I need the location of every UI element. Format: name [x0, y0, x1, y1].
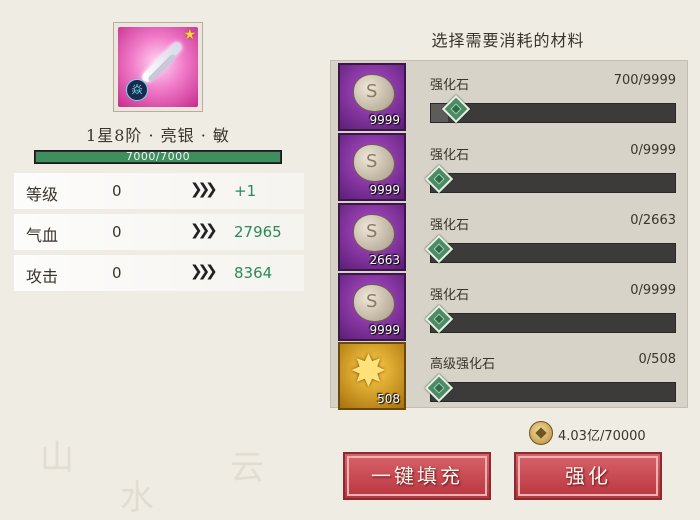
durability-text: 7000/7000	[125, 150, 191, 163]
stat-next: 8364	[234, 264, 273, 282]
stat-label: 气血	[26, 226, 59, 245]
star-icon: ★	[183, 27, 196, 43]
materials-panel: 9999 强化石 700/9999 9999 强化石 0/9999 2663 强…	[330, 60, 688, 410]
stat-row-hp: 气血 0 ❯❯❯ 27965	[14, 214, 304, 250]
autofill-button[interactable]: 一键填充	[343, 452, 491, 500]
currency-text: 4.03亿/70000	[558, 429, 646, 444]
stone-shape	[353, 144, 395, 182]
equipment-icon-frame[interactable]: ★ 焱	[113, 22, 203, 112]
stat-label: 等级	[26, 185, 59, 204]
material-owned-qty: 2663	[369, 253, 400, 267]
stat-next: +1	[234, 182, 257, 200]
material-count: 0/9999	[630, 283, 676, 298]
material-name: 强化石	[430, 78, 470, 93]
background-calligraphy: 山	[40, 438, 74, 478]
material-name: 强化石	[430, 148, 470, 163]
material-count: 700/9999	[613, 73, 676, 88]
material-row: 2663 强化石 0/2663	[338, 203, 684, 271]
material-slider[interactable]	[424, 234, 676, 264]
material-owned-qty: 9999	[369, 323, 400, 337]
stat-row-level: 等级 0 ❯❯❯ +1	[14, 173, 304, 209]
enhance-button[interactable]: 强化	[514, 452, 662, 500]
triple-arrow-icon: ❯❯❯	[190, 180, 218, 198]
material-owned-qty: 9999	[369, 183, 400, 197]
stat-current: 0	[112, 223, 122, 241]
equipment-art: ★ 焱	[118, 27, 198, 107]
durability-bar: 7000/7000	[34, 150, 282, 164]
stat-current: 0	[112, 182, 122, 200]
material-slider[interactable]	[424, 304, 676, 334]
gold-star-shape: ✸	[350, 346, 387, 397]
background-calligraphy: 云	[230, 448, 264, 488]
coin-icon	[529, 421, 553, 445]
material-name: 强化石	[430, 288, 470, 303]
element-badge: 焱	[126, 79, 148, 101]
equipment-title: 1星8阶 · 亮银 · 敏	[86, 126, 230, 145]
enhance-stone-icon[interactable]: 9999	[338, 133, 406, 201]
material-count: 0/9999	[630, 143, 676, 158]
stat-label: 攻击	[26, 267, 59, 286]
stat-next: 27965	[234, 223, 282, 241]
enhance-stone-icon[interactable]: 9999	[338, 63, 406, 131]
material-row: 9999 强化石 700/9999	[338, 63, 684, 131]
material-owned-qty: 508	[377, 392, 400, 406]
material-name: 强化石	[430, 218, 470, 233]
material-count: 0/2663	[630, 213, 676, 228]
material-owned-qty: 9999	[369, 113, 400, 127]
advanced-enhance-stone-icon[interactable]: ✸ 508	[338, 342, 406, 410]
stone-shape	[353, 284, 395, 322]
triple-arrow-icon: ❯❯❯	[190, 262, 218, 280]
background-calligraphy: 水	[120, 478, 154, 518]
triple-arrow-icon: ❯❯❯	[190, 221, 218, 239]
material-count: 0/508	[638, 352, 676, 367]
slider-handle[interactable]	[424, 304, 454, 334]
material-slider[interactable]	[430, 94, 676, 124]
slider-handle[interactable]	[424, 234, 454, 264]
material-row: ✸ 508 高级强化石 0/508	[338, 342, 684, 410]
material-row: 9999 强化石 0/9999	[338, 133, 684, 201]
slider-handle[interactable]	[424, 373, 454, 403]
material-name: 高级强化石	[430, 357, 496, 372]
materials-title: 选择需要消耗的材料	[431, 31, 585, 50]
enhance-stone-icon[interactable]: 9999	[338, 273, 406, 341]
material-row: 9999 强化石 0/9999	[338, 273, 684, 341]
stone-shape	[353, 214, 395, 252]
enhance-stone-icon[interactable]: 2663	[338, 203, 406, 271]
stone-shape	[353, 74, 395, 112]
stat-current: 0	[112, 264, 122, 282]
slider-handle[interactable]	[424, 164, 454, 194]
material-slider[interactable]	[424, 164, 676, 194]
stat-row-attack: 攻击 0 ❯❯❯ 8364	[14, 255, 304, 291]
material-slider[interactable]	[424, 373, 676, 403]
